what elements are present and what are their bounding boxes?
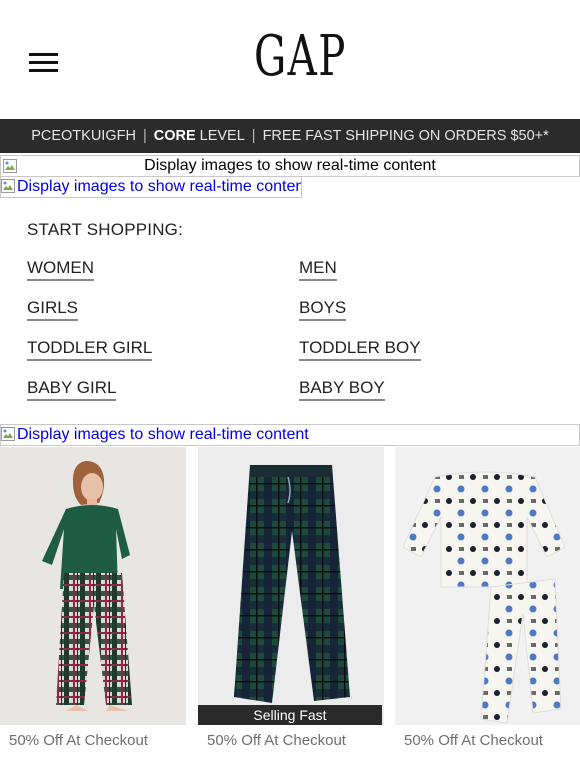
category-link-toddler-girl[interactable]: TODDLER GIRL <box>27 338 153 361</box>
product-card-plaid-pants[interactable]: Selling Fast <box>198 447 384 725</box>
product-image-woman-pajamas <box>0 447 186 725</box>
category-link-baby-boy[interactable]: BABY BOY <box>299 378 385 401</box>
broken-image-icon <box>1 427 15 441</box>
category-link-toddler-boy[interactable]: TODDLER BOY <box>299 338 421 361</box>
separator: | <box>251 128 256 144</box>
separator: | <box>142 128 147 144</box>
image-placeholder-banner: Display images to show real-time content <box>0 155 580 177</box>
menu-line <box>29 53 58 56</box>
placeholder-link-text[interactable]: Display images to show real-time content <box>17 178 301 195</box>
product-card-womens-pajamas[interactable] <box>0 447 186 725</box>
member-level-suffix: LEVEL <box>195 128 245 144</box>
product-image-plaid-pants <box>198 447 384 725</box>
hamburger-menu-icon[interactable] <box>29 53 58 73</box>
shipping-offer[interactable]: FREE FAST SHIPPING ON ORDERS $50+* <box>263 128 549 144</box>
image-placeholder-link[interactable]: Display images to show real-time content <box>0 424 580 446</box>
placeholder-text: Display images to show real-time content <box>144 157 436 174</box>
gap-logo[interactable]: GAP <box>254 22 345 92</box>
product-card-kids-pajama-set[interactable] <box>395 447 580 725</box>
promo-bar: PCEOTKUIGFH | CORE LEVEL | FREE FAST SHIPPIN… <box>0 119 580 153</box>
menu-line <box>29 61 58 64</box>
category-link-boys[interactable]: BOYS <box>299 298 347 321</box>
category-link-baby-girl[interactable]: BABY GIRL <box>27 378 117 401</box>
offer-text: 50% Off At Checkout <box>9 732 148 749</box>
product-image-kids-pajama-set <box>395 447 580 725</box>
selling-fast-badge: Selling Fast <box>198 705 382 725</box>
placeholder-link-text[interactable]: Display images to show real-time content <box>17 426 309 443</box>
offer-text: 50% Off At Checkout <box>207 732 346 749</box>
header: GAP <box>0 0 580 119</box>
offer-text: 50% Off At Checkout <box>404 732 543 749</box>
image-placeholder-link[interactable]: Display images to show real-time content <box>0 176 302 198</box>
category-link-women[interactable]: WOMEN <box>27 258 95 281</box>
broken-image-icon <box>3 159 17 173</box>
category-link-girls[interactable]: GIRLS <box>27 298 79 321</box>
start-shopping-title: START SHOPPING: <box>27 220 184 239</box>
member-level: CORE <box>153 128 196 144</box>
menu-line <box>29 69 58 72</box>
broken-image-icon <box>1 179 15 193</box>
member-id: PCEOTKUIGFH <box>31 128 136 144</box>
category-link-men[interactable]: MEN <box>299 258 337 281</box>
